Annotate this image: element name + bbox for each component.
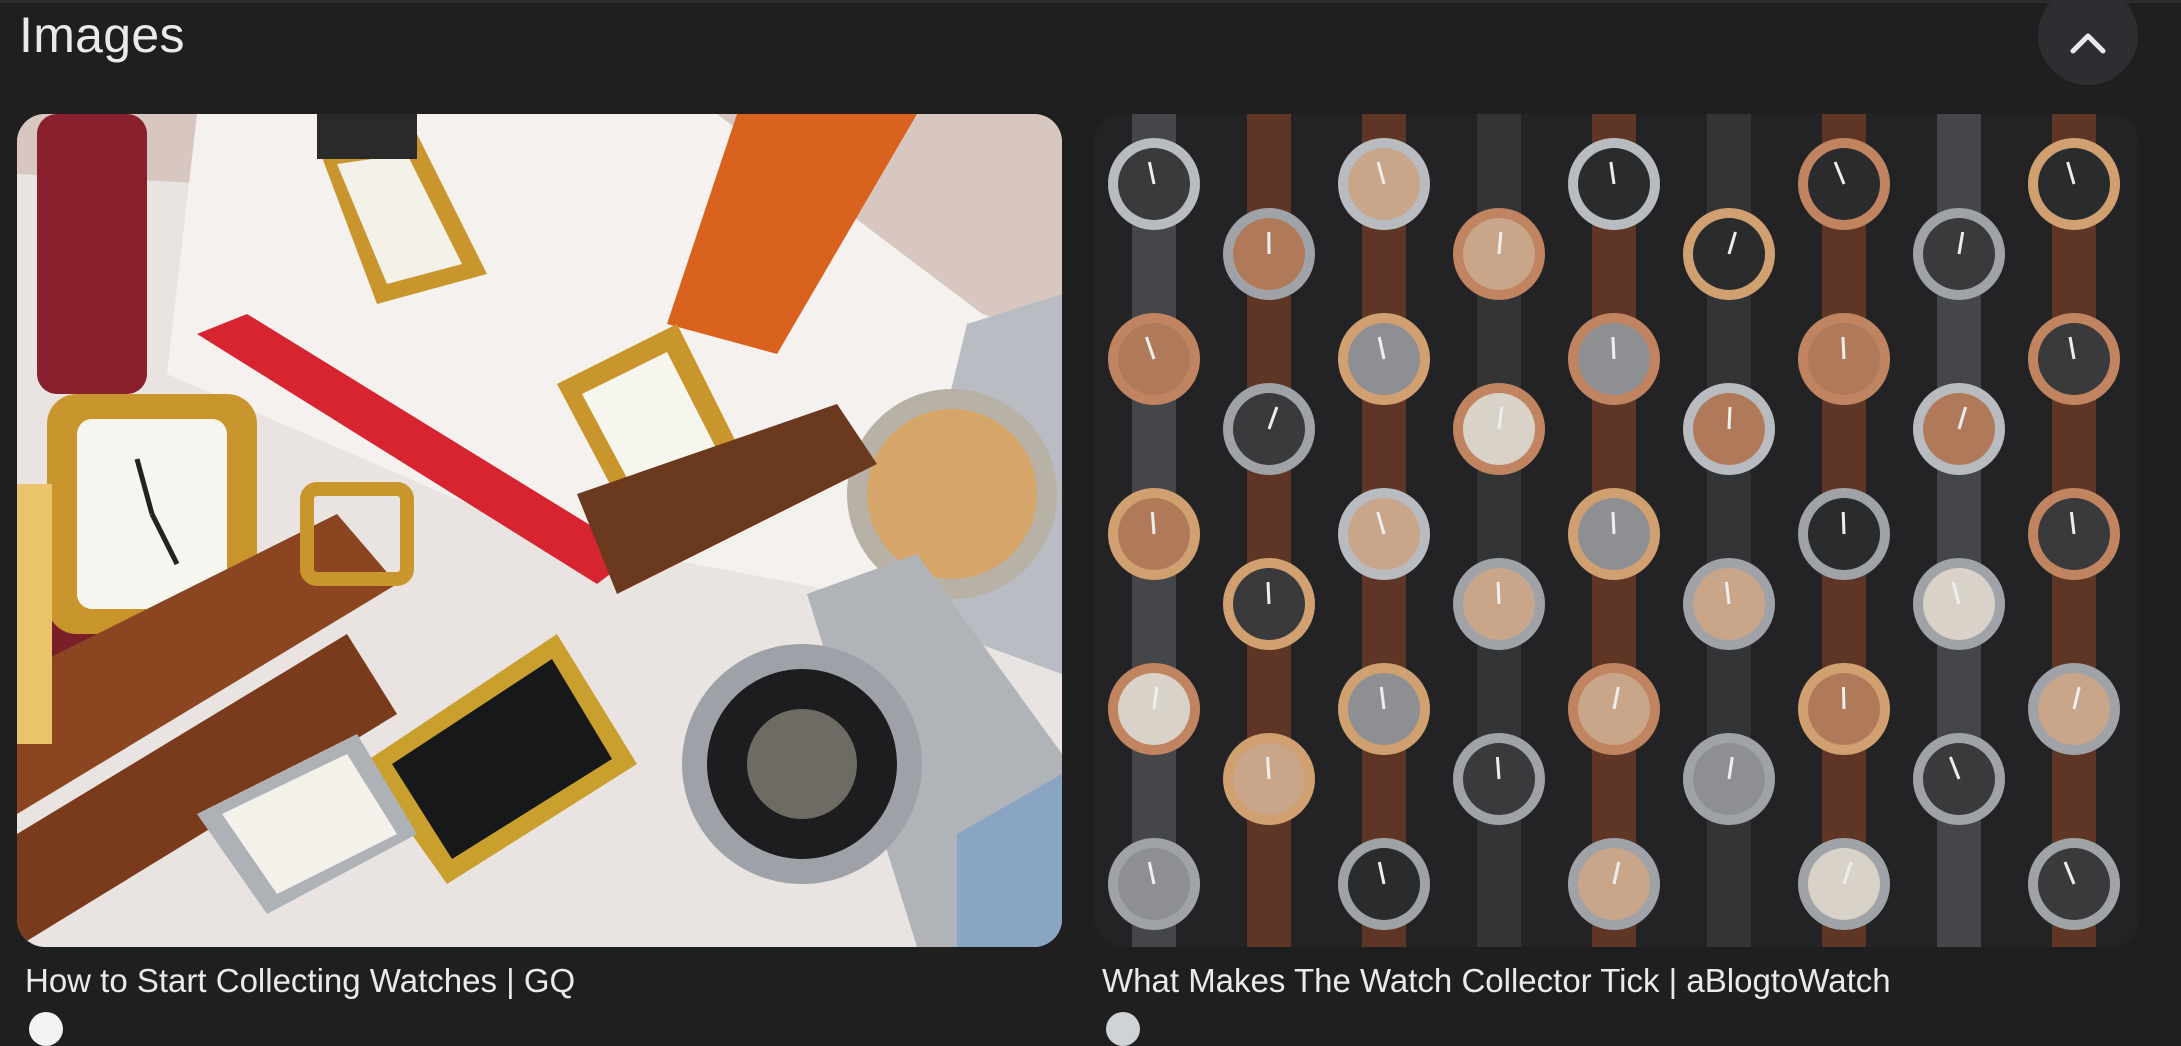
image-thumbnail[interactable]: [1094, 114, 2139, 947]
image-caption[interactable]: What Makes The Watch Collector Tick | aB…: [1102, 959, 1891, 1003]
top-divider: [0, 0, 2181, 3]
site-favicon-icon: [29, 1012, 63, 1046]
image-result-card[interactable]: What Makes The Watch Collector Tick | aB…: [1094, 114, 2139, 947]
image-caption[interactable]: How to Start Collecting Watches | GQ: [25, 959, 575, 1003]
image-result-card[interactable]: How to Start Collecting Watches | GQ: [17, 114, 1062, 947]
section-title: Images: [19, 4, 185, 66]
site-favicon-icon: [1106, 1012, 1140, 1046]
chevron-up-icon: [2069, 16, 2107, 54]
collapse-button[interactable]: [2038, 0, 2138, 85]
image-thumbnail[interactable]: [17, 114, 1062, 947]
